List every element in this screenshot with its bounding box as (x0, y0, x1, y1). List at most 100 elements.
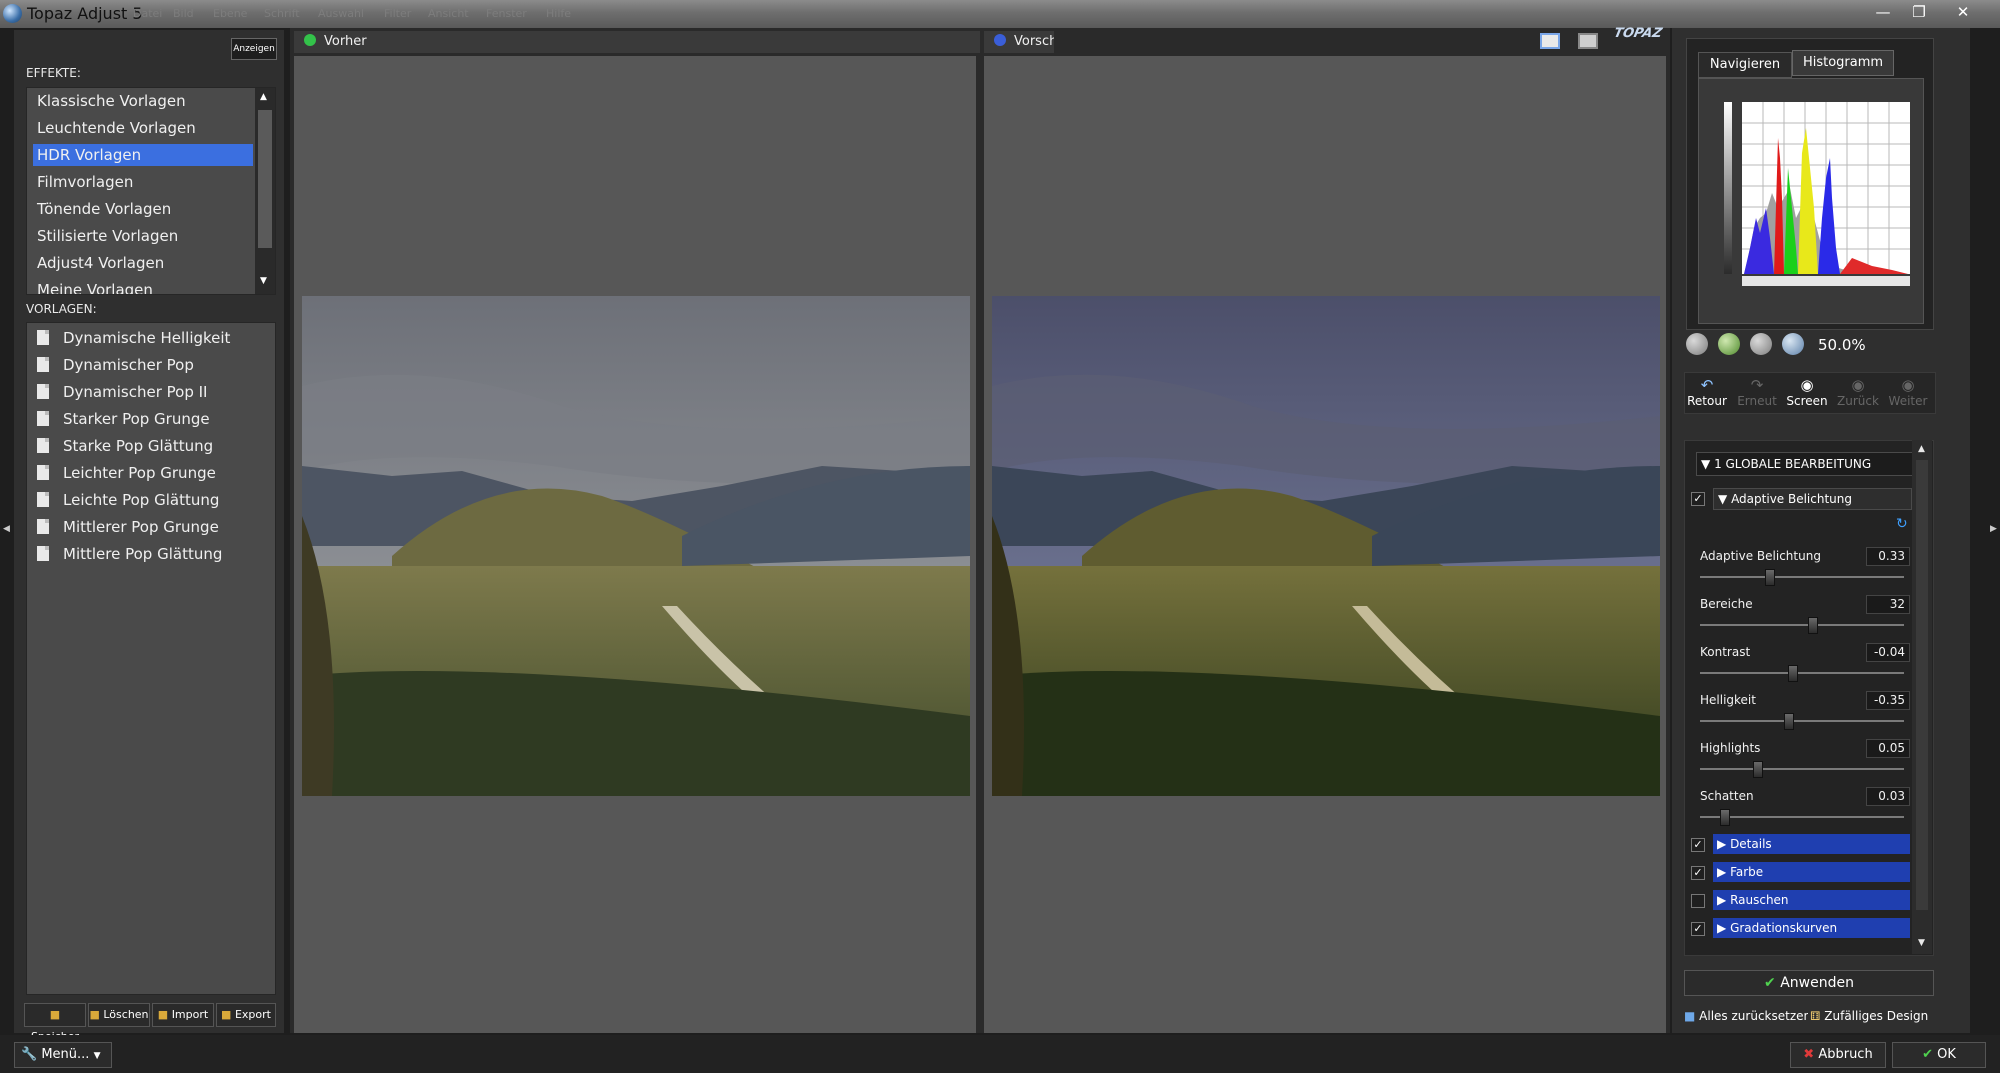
menu-item-ansicht[interactable]: Ansicht (428, 7, 469, 20)
slider-handle[interactable] (1719, 809, 1730, 826)
curves-checkbox[interactable]: ✓ (1691, 922, 1705, 936)
slider-handle[interactable] (1764, 569, 1775, 586)
collapse-right-icon[interactable]: ▶ (1990, 524, 1997, 534)
list-item[interactable]: Starker Pop Grunge (33, 406, 210, 433)
slider-handle[interactable] (1788, 665, 1799, 682)
menu-item-fenster[interactable]: Fenster (486, 7, 527, 20)
scroll-down-icon[interactable]: ▼ (260, 276, 267, 286)
restore-icon[interactable]: ❐ (1902, 1, 1936, 23)
slider-track[interactable] (1700, 816, 1904, 818)
forward-button[interactable]: ◉ Weiter (1882, 376, 1934, 408)
save-preset-button[interactable]: ■ Speicher (24, 1003, 86, 1043)
noise-checkbox[interactable] (1691, 894, 1705, 908)
list-item[interactable]: Tönende Vorlagen (33, 198, 253, 220)
list-item[interactable]: Starke Pop Glättung (33, 433, 213, 460)
menu-item-datei[interactable]: Datei (133, 7, 162, 20)
list-item[interactable]: Mittlere Pop Glättung (33, 541, 222, 568)
list-item[interactable]: Leuchtende Vorlagen (33, 117, 253, 139)
show-button[interactable]: Anzeigen (231, 38, 277, 60)
minimize-icon[interactable]: — (1866, 1, 1900, 23)
color-checkbox[interactable]: ✓ (1691, 866, 1705, 880)
tab-histogram[interactable]: Histogramm (1792, 50, 1894, 76)
apply-button[interactable]: ✔ Anwenden (1684, 970, 1934, 996)
delete-preset-button[interactable]: ■ Löschen (88, 1003, 150, 1027)
section-color[interactable]: ▶ Farbe (1713, 862, 1910, 882)
scroll-thumb[interactable] (258, 110, 272, 248)
menu-item-filter[interactable]: Filter (384, 7, 411, 20)
list-item[interactable]: Leichte Pop Glättung (33, 487, 219, 514)
slider-track[interactable] (1700, 672, 1904, 674)
list-item[interactable]: Dynamischer Pop II (33, 379, 207, 406)
reset-all-button[interactable]: ■ Alles zurücksetzen (1684, 1006, 1808, 1026)
list-item[interactable]: Mittlerer Pop Grunge (33, 514, 219, 541)
menu-button[interactable]: 🔧 Menü... ▼ (14, 1042, 112, 1068)
menu-item-ebene[interactable]: Ebene (213, 7, 247, 20)
details-checkbox[interactable]: ✓ (1691, 838, 1705, 852)
subsection-adaptive-exposure[interactable]: ▼ Adaptive Belichtung (1713, 488, 1912, 510)
list-item-selected[interactable]: HDR Vorlagen (33, 144, 253, 166)
scroll-up-icon[interactable]: ▲ (1918, 444, 1925, 454)
zoom-fit-icon[interactable] (1750, 333, 1772, 355)
slider-value-contrast[interactable]: -0.04 (1866, 643, 1910, 662)
effects-list[interactable]: Klassische Vorlagen Leuchtende Vorlagen … (26, 87, 276, 295)
menu-item-schrift[interactable]: Schrift (264, 7, 300, 20)
list-item[interactable]: Dynamische Helligkeit (33, 325, 230, 352)
zoom-actual-icon[interactable] (1782, 333, 1804, 355)
undo-button[interactable]: ↶ Retour (1681, 376, 1733, 408)
slider-track[interactable] (1700, 624, 1904, 626)
list-item[interactable]: Dynamischer Pop (33, 352, 194, 379)
tab-before[interactable]: Vorher (294, 31, 980, 53)
tab-navigate[interactable]: Navigieren (1698, 52, 1792, 78)
slider-value-shadows[interactable]: 0.03 (1866, 787, 1910, 806)
slider-value-regions[interactable]: 32 (1866, 595, 1910, 614)
menu-item-bild[interactable]: Bild (173, 7, 194, 20)
zoom-out-icon[interactable] (1686, 333, 1708, 355)
list-item[interactable]: Filmvorlagen (33, 171, 253, 193)
close-icon[interactable]: ✕ (1946, 1, 1980, 23)
export-button[interactable]: ■ Export (216, 1003, 276, 1027)
redo-button[interactable]: ↷ Erneut (1731, 376, 1783, 408)
single-view-icon[interactable] (1540, 33, 1560, 49)
presets-list[interactable]: Dynamische Helligkeit Dynamischer Pop Dy… (26, 322, 276, 995)
menu-item-hilfe[interactable]: Hilfe (546, 7, 571, 20)
slider-value-brightness[interactable]: -0.35 (1866, 691, 1910, 710)
zoom-in-icon[interactable] (1718, 333, 1740, 355)
split-view-icon[interactable] (1578, 33, 1598, 49)
back-button[interactable]: ◉ Zurück (1832, 376, 1884, 408)
section-curves[interactable]: ▶ Gradationskurven (1713, 918, 1910, 938)
scroll-thumb[interactable] (1916, 460, 1928, 910)
cancel-button[interactable]: ✖ Abbruch (1790, 1042, 1886, 1068)
tab-preview[interactable]: Vorschau (984, 31, 1054, 53)
adjust-scrollbar[interactable]: ▲ ▼ (1912, 440, 1932, 954)
effects-scrollbar[interactable]: ▲ ▼ (255, 88, 275, 294)
split-divider[interactable] (976, 56, 984, 1033)
slider-track[interactable] (1700, 720, 1904, 722)
preview-viewport[interactable] (984, 56, 1666, 1033)
slider-handle[interactable] (1752, 761, 1763, 778)
list-item[interactable]: Stilisierte Vorlagen (33, 225, 253, 247)
list-item[interactable]: Adjust4 Vorlagen (33, 252, 253, 274)
reset-section-icon[interactable]: ↻ (1896, 516, 1908, 532)
slider-value-highlights[interactable]: 0.05 (1866, 739, 1910, 758)
slider-value-adaptive-exposure[interactable]: 0.33 (1866, 547, 1910, 566)
list-item[interactable]: Meine Vorlagen (33, 279, 253, 294)
scroll-down-icon[interactable]: ▼ (1918, 938, 1925, 948)
list-item[interactable]: Leichter Pop Grunge (33, 460, 216, 487)
menu-item-auswahl[interactable]: Auswahl (318, 7, 364, 20)
screen-button[interactable]: ◉ Screen (1781, 376, 1833, 408)
section-global-header[interactable]: ▼ 1 GLOBALE BEARBEITUNG (1696, 452, 1914, 476)
section-noise[interactable]: ▶ Rauschen (1713, 890, 1910, 910)
slider-handle[interactable] (1807, 617, 1818, 634)
slider-handle[interactable] (1784, 713, 1795, 730)
list-item[interactable]: Klassische Vorlagen (33, 90, 253, 112)
slider-track[interactable] (1700, 768, 1904, 770)
ok-button[interactable]: ✔ OK (1892, 1042, 1986, 1068)
import-button[interactable]: ■ Import (152, 1003, 214, 1027)
collapse-left-icon[interactable]: ◀ (3, 524, 10, 534)
before-viewport[interactable] (294, 56, 976, 1033)
random-design-button[interactable]: ⚅ Zufälliges Design (1810, 1006, 1932, 1026)
slider-track[interactable] (1700, 576, 1904, 578)
section-details[interactable]: ▶ Details (1713, 834, 1910, 854)
adaptive-exposure-checkbox[interactable]: ✓ (1691, 492, 1705, 506)
scroll-up-icon[interactable]: ▲ (260, 92, 267, 102)
